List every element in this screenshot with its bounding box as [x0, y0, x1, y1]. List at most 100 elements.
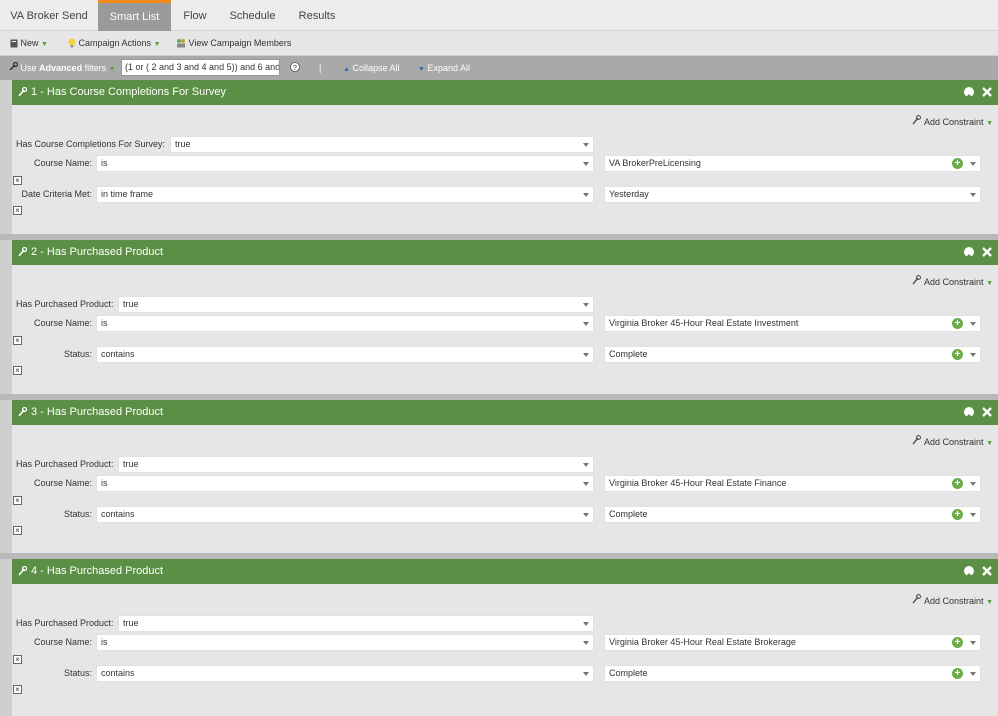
- svg-text:?: ?: [293, 65, 297, 72]
- delete-constraint-icon[interactable]: ×: [13, 366, 22, 375]
- constraint-2-value: Complete: [609, 509, 648, 519]
- card-divider: [0, 394, 998, 400]
- tab-flow[interactable]: Flow: [171, 0, 219, 31]
- add-value-icon[interactable]: +: [952, 158, 963, 169]
- tab-va-broker-send[interactable]: VA Broker Send: [0, 0, 98, 31]
- chevron-down-icon: ▼: [986, 440, 994, 447]
- add-constraint-label: Add Constraint: [924, 117, 984, 127]
- chevron-down-icon: ▼: [986, 599, 994, 606]
- constraint-icon: [912, 434, 922, 445]
- expand-all-button[interactable]: ▼ Expand All: [418, 62, 470, 74]
- constraint-2-value-select[interactable]: Yesterday: [604, 186, 981, 203]
- constraint-1-value-select[interactable]: VA BrokerPreLicensing: [604, 155, 981, 172]
- delete-constraint-icon[interactable]: ×: [13, 176, 22, 185]
- constraint-1-operator-select[interactable]: is: [96, 475, 594, 492]
- add-value-icon[interactable]: +: [952, 668, 963, 679]
- new-button[interactable]: New ▼: [10, 37, 48, 50]
- card-divider: [0, 234, 998, 240]
- wrench-icon[interactable]: [18, 566, 27, 576]
- new-icon: [10, 39, 18, 48]
- primary-value-select[interactable]: true: [118, 456, 594, 473]
- filter-logic-input[interactable]: (1 or ( 2 and 3 and 4 and 5)) and 6 and: [121, 59, 280, 76]
- delete-constraint-icon[interactable]: ×: [13, 496, 22, 505]
- delete-constraint-icon[interactable]: ×: [13, 655, 22, 664]
- move-up-icon[interactable]: [964, 87, 974, 100]
- delete-constraint-icon[interactable]: ×: [13, 526, 22, 535]
- delete-constraint-icon[interactable]: ×: [13, 685, 22, 694]
- constraint-2-operator-select[interactable]: contains: [96, 665, 594, 682]
- constraint-1-value-select[interactable]: Virginia Broker 45-Hour Real Estate Brok…: [604, 634, 981, 651]
- toolbar-separator: |: [319, 63, 322, 73]
- tab-schedule[interactable]: Schedule: [219, 0, 286, 31]
- wrench-icon[interactable]: [18, 407, 27, 417]
- constraint-2-operator: contains: [101, 668, 135, 678]
- use-advanced-filters-toggle[interactable]: Use Advanced filters ▼: [9, 61, 116, 74]
- filter-header[interactable]: 3 - Has Purchased Product: [12, 400, 998, 425]
- filter-header[interactable]: 4 - Has Purchased Product: [12, 559, 998, 584]
- constraint-1-operator-select[interactable]: is: [96, 315, 594, 332]
- constraint-2-operator-select[interactable]: contains: [96, 346, 594, 363]
- chevron-down-icon: ▼: [41, 41, 48, 48]
- primary-value-select[interactable]: true: [170, 136, 594, 153]
- constraint-2-operator: contains: [101, 349, 135, 359]
- move-up-icon[interactable]: [964, 407, 974, 420]
- campaign-actions-button[interactable]: Campaign Actions ▼: [68, 37, 161, 50]
- expand-all-label: Expand All: [427, 63, 470, 73]
- chevron-down-icon: ▼: [986, 280, 994, 287]
- add-constraint-button[interactable]: Add Constraint ▼: [912, 593, 994, 606]
- close-icon[interactable]: [981, 565, 993, 577]
- primary-value-select[interactable]: true: [118, 615, 594, 632]
- help-icon[interactable]: ?: [290, 62, 300, 74]
- constraint-1-label: Course Name:: [33, 478, 92, 488]
- new-label: New: [20, 38, 39, 48]
- add-constraint-label: Add Constraint: [924, 437, 984, 447]
- constraint-2-label: Status:: [63, 349, 92, 359]
- constraint-2-operator: in time frame: [101, 189, 154, 199]
- constraint-1-operator-select[interactable]: is: [96, 634, 594, 651]
- add-value-icon[interactable]: +: [952, 349, 963, 360]
- primary-value-select[interactable]: true: [118, 296, 594, 313]
- tab-smart-list[interactable]: Smart List: [98, 0, 171, 31]
- add-value-icon[interactable]: +: [952, 637, 963, 648]
- add-value-icon[interactable]: +: [952, 509, 963, 520]
- wrench-icon[interactable]: [18, 87, 27, 97]
- constraint-2-value: Yesterday: [609, 189, 649, 199]
- add-constraint-button[interactable]: Add Constraint ▼: [912, 114, 993, 127]
- close-icon[interactable]: [981, 246, 993, 258]
- constraint-1-value-select[interactable]: Virginia Broker 45-Hour Real Estate Inve…: [604, 315, 981, 332]
- constraint-2-operator-select[interactable]: contains: [96, 506, 594, 523]
- add-value-icon[interactable]: +: [952, 318, 963, 329]
- close-icon[interactable]: [981, 406, 993, 418]
- constraint-1-label: Course Name:: [33, 318, 92, 328]
- delete-constraint-icon[interactable]: ×: [13, 206, 22, 215]
- wrench-icon: [9, 61, 19, 71]
- collapse-all-button[interactable]: ▲ Collapse All: [343, 62, 399, 74]
- constraint-1-operator-select[interactable]: is: [96, 155, 594, 172]
- add-value-icon[interactable]: +: [952, 478, 963, 489]
- view-campaign-members-label: View Campaign Members: [188, 38, 292, 48]
- filter-header[interactable]: 1 - Has Course Completions For Survey: [12, 80, 998, 105]
- primary-value: true: [123, 618, 139, 628]
- view-campaign-members-button[interactable]: View Campaign Members: [176, 37, 291, 50]
- add-constraint-button[interactable]: Add Constraint ▼: [912, 274, 994, 287]
- constraint-1-value-select[interactable]: Virginia Broker 45-Hour Real Estate Fina…: [604, 475, 981, 492]
- toolbar: New ▼ Campaign Actions ▼ View Campaign M…: [0, 31, 998, 56]
- primary-field-label: Has Purchased Product:: [16, 299, 114, 309]
- filter-header[interactable]: 2 - Has Purchased Product: [12, 240, 998, 265]
- constraint-2-value-select[interactable]: Complete: [604, 506, 981, 523]
- constraint-1-operator: is: [101, 318, 108, 328]
- constraint-2-value-select[interactable]: Complete: [604, 665, 981, 682]
- move-up-icon[interactable]: [964, 247, 974, 260]
- constraint-2-operator-select[interactable]: in time frame: [96, 186, 594, 203]
- close-icon[interactable]: [981, 86, 993, 98]
- filter-title: 3 - Has Purchased Product: [31, 406, 164, 418]
- tab-results[interactable]: Results: [286, 0, 348, 31]
- lightbulb-icon: [68, 38, 76, 48]
- constraint-2-value-select[interactable]: Complete: [604, 346, 981, 363]
- add-constraint-button[interactable]: Add Constraint ▼: [912, 434, 994, 447]
- advanced-label: Advanced: [39, 63, 83, 73]
- delete-constraint-icon[interactable]: ×: [13, 336, 22, 345]
- constraint-2-label: Status:: [63, 668, 92, 678]
- wrench-icon[interactable]: [18, 247, 27, 257]
- move-up-icon[interactable]: [964, 566, 974, 579]
